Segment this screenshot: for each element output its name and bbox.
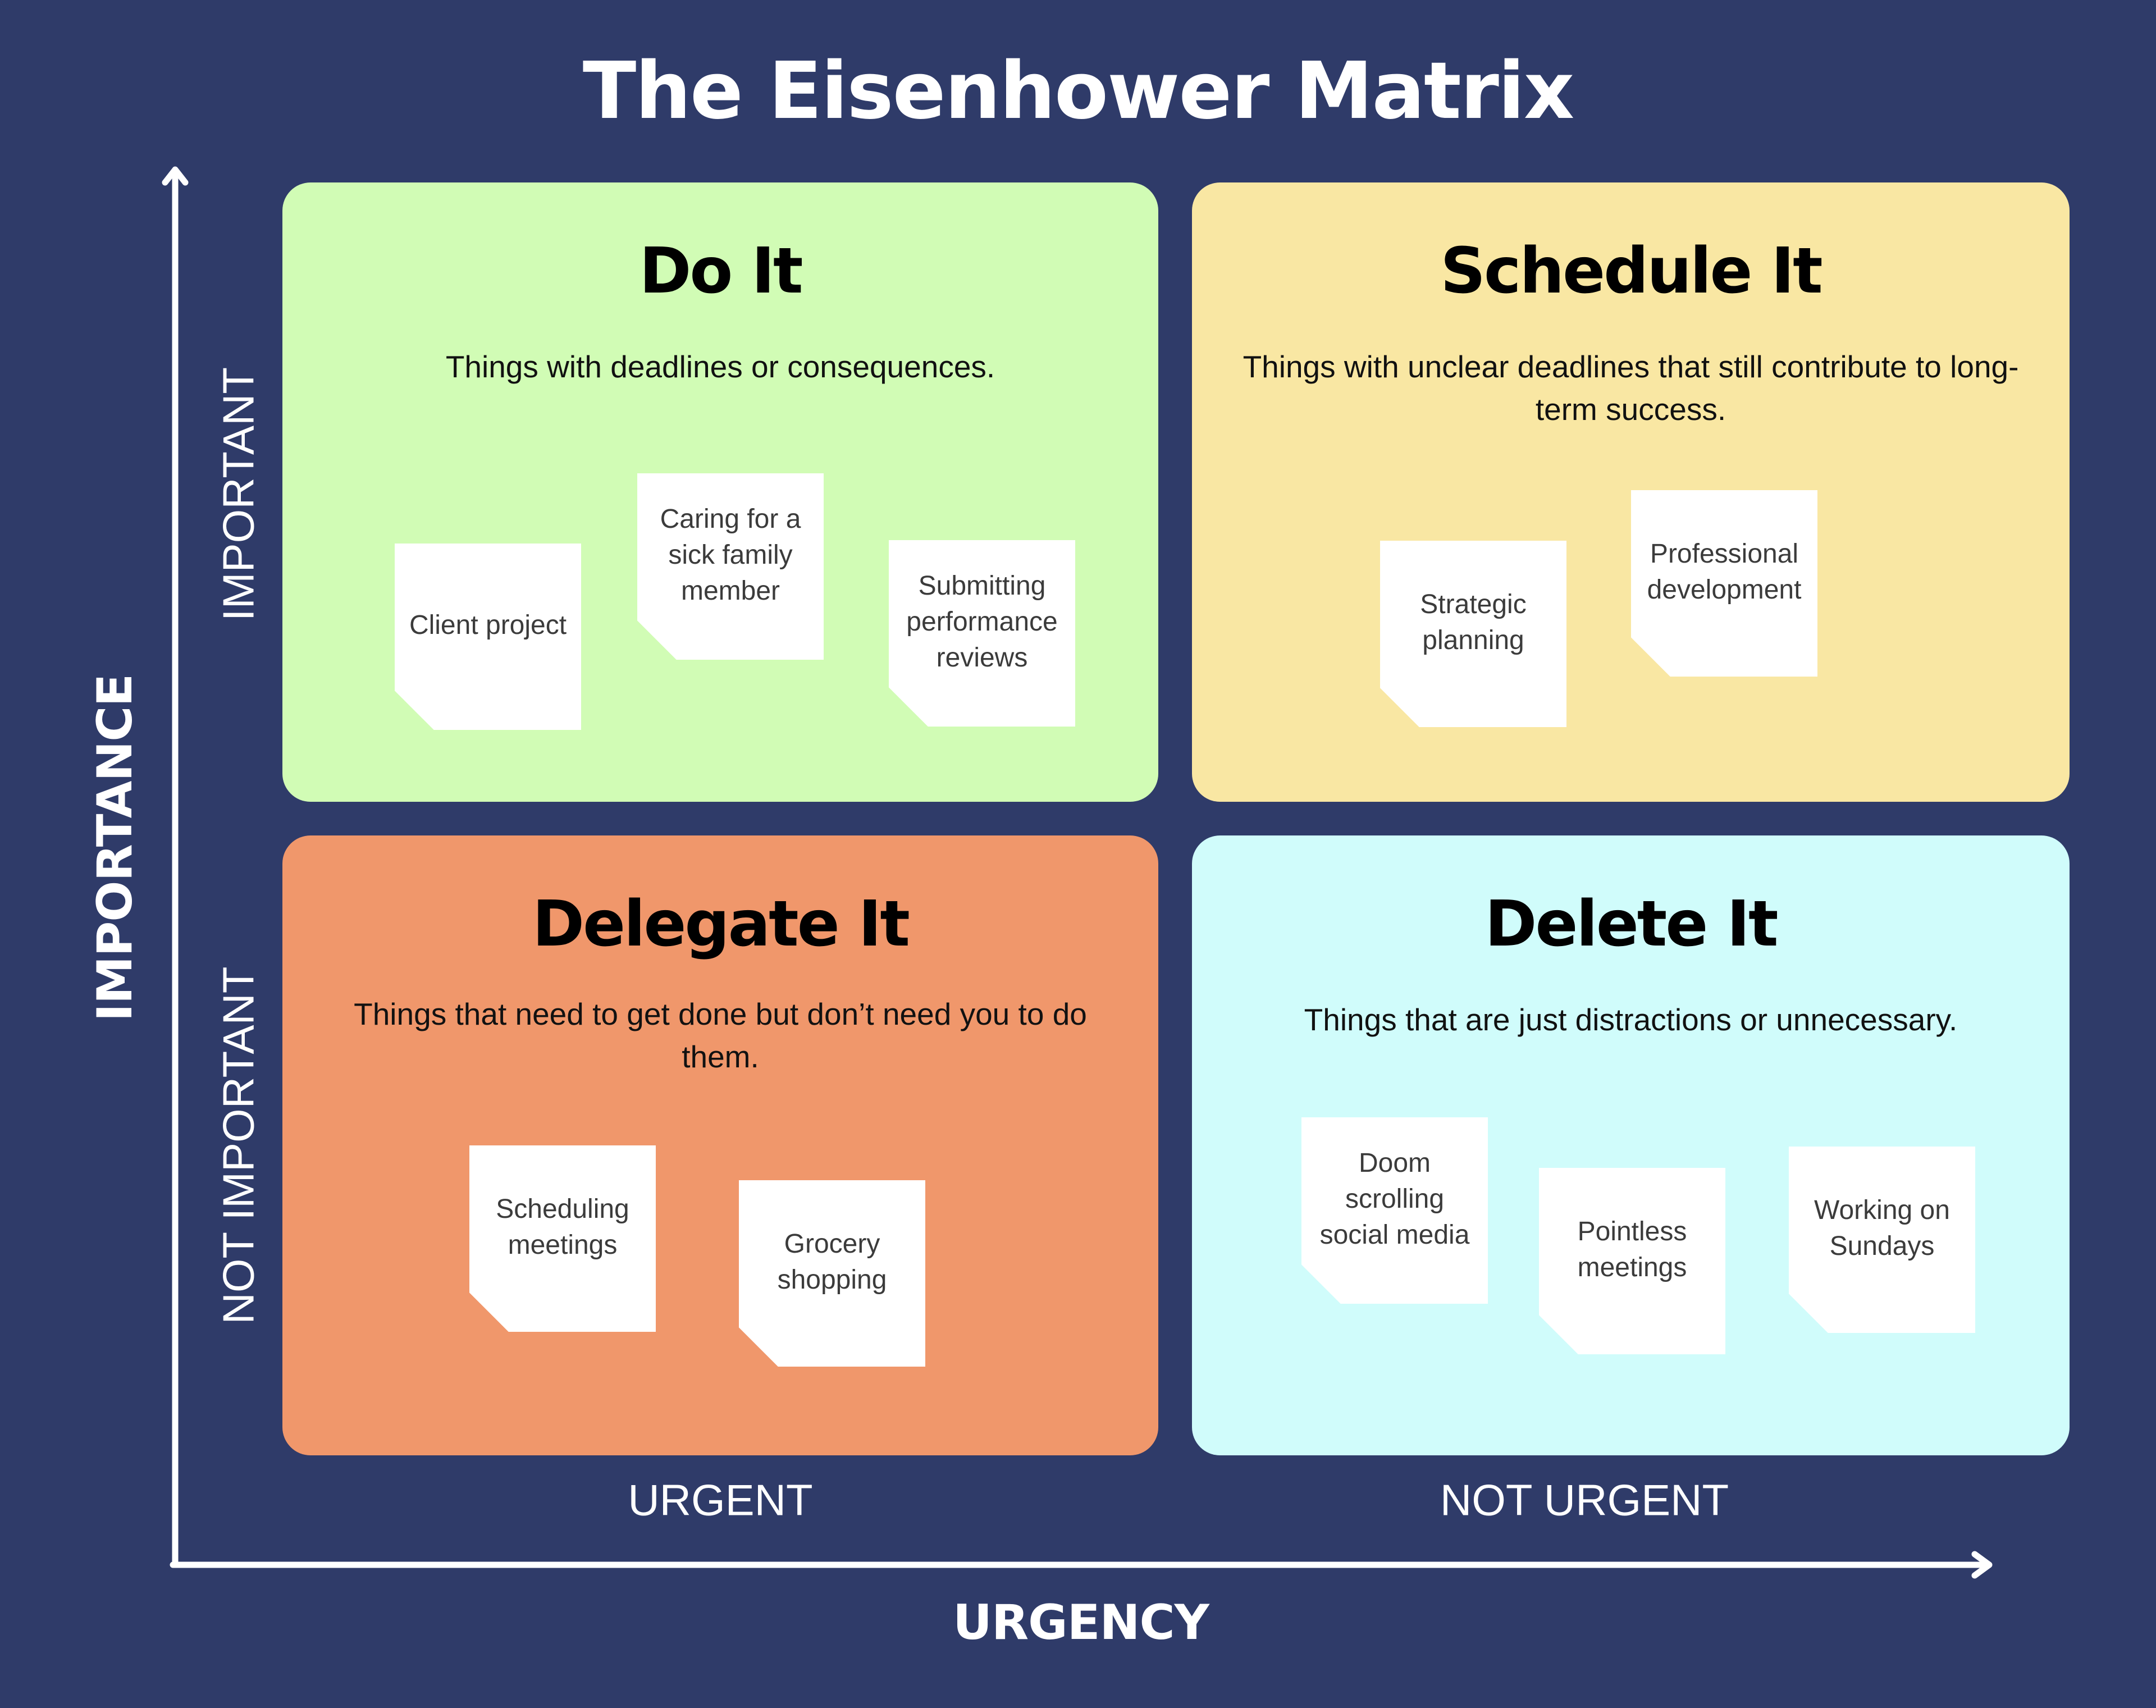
x-axis-arrow-icon [170, 1551, 1993, 1579]
quadrant-description: Things with deadlines or consequences. [445, 349, 995, 384]
sticky-note-text: Pointless meetings [1577, 1217, 1687, 1282]
sticky-note-text: Professional development [1647, 539, 1802, 605]
quadrant-delete-it: Delete It Things that are just distracti… [1192, 835, 2070, 1455]
x-axis-label-urgent: URGENT [628, 1475, 813, 1525]
quadrant-title: Delete It [1484, 888, 1779, 961]
x-axis-title: URGENCY [953, 1595, 1209, 1651]
sticky-note-text: Strategic planning [1420, 590, 1527, 655]
sticky-note: Professional development [1631, 490, 1817, 677]
sticky-note-text: Doom scrolling social media [1319, 1148, 1470, 1250]
sticky-note-text: Scheduling meetings [496, 1194, 629, 1260]
quadrant-delegate-it: Delegate It Things that need to get done… [282, 835, 1158, 1455]
y-axis-arrow-icon [162, 166, 189, 1568]
x-axis-label-not-urgent: NOT URGENT [1440, 1475, 1729, 1525]
quadrant-do-it: Do It Things with deadlines or consequen… [282, 182, 1158, 802]
quadrant-title: Do It [639, 235, 803, 308]
sticky-note-text: Working on Sundays [1814, 1195, 1950, 1261]
y-axis-label-important: IMPORTANT [213, 367, 263, 622]
sticky-note-text: Grocery shopping [777, 1229, 887, 1295]
sticky-note: Pointless meetings [1539, 1168, 1725, 1354]
quadrant-description: Things that are just distractions or unn… [1304, 1002, 1958, 1037]
sticky-note-text: Caring for a sick family member [660, 504, 801, 606]
sticky-note-text: Submitting performance reviews [906, 571, 1058, 673]
sticky-note: Submitting performance reviews [889, 540, 1075, 727]
sticky-note: Caring for a sick family member [637, 473, 824, 660]
sticky-note: Grocery shopping [739, 1180, 925, 1367]
sticky-note: Working on Sundays [1789, 1147, 1975, 1333]
sticky-note: Scheduling meetings [469, 1145, 656, 1332]
sticky-note-text: Client project [409, 610, 567, 640]
y-axis-title: IMPORTANCE [87, 674, 143, 1022]
y-axis-label-not-important: NOT IMPORTANT [213, 966, 263, 1325]
quadrant-title: Schedule It [1440, 235, 1822, 308]
quadrant-schedule-it: Schedule It Things with unclear deadline… [1192, 182, 2070, 802]
sticky-note: Strategic planning [1380, 541, 1566, 727]
quadrant-description: Things with unclear deadlines that still… [1243, 349, 2019, 427]
sticky-note: Client project [395, 544, 581, 730]
sticky-note: Doom scrolling social media [1301, 1117, 1488, 1304]
quadrant-title: Delegate It [532, 888, 910, 961]
quadrant-description: Things that need to get done but don’t n… [354, 997, 1087, 1074]
